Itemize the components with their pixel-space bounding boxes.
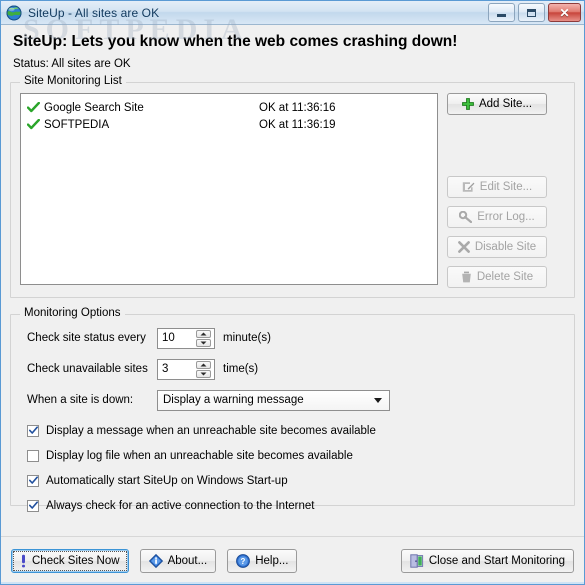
application-window: SiteUp - All sites are OK ✕ SOFTPEDIA Si… [0,0,585,585]
delete-site-button[interactable]: Delete Site [447,266,547,288]
checkbox-log-available[interactable] [27,449,39,462]
status-text: Status: All sites are OK [13,58,131,70]
site-actions: Add Site... Edit Site... Error Log... Di… [438,93,565,288]
window-controls: ✕ [488,3,581,22]
about-button[interactable]: About... [139,548,217,573]
down-action-row: When a site is down: Display a warning m… [27,389,574,411]
checkbox-notify-available[interactable] [27,424,39,437]
checkbox-label: Display log file when an unreachable sit… [46,449,353,462]
globe-icon [6,5,22,21]
pencil-edit-icon [462,181,475,193]
green-check-icon [27,119,44,130]
site-list[interactable]: Google Search Site OK at 11:36:16 SOFTPE… [20,93,438,285]
checkbox-row-autostart[interactable]: Automatically start SiteUp on Windows St… [27,470,574,491]
edit-site-button[interactable]: Edit Site... [447,176,547,198]
spin-down-icon[interactable] [196,369,211,378]
retry-count-unit: time(s) [223,363,259,375]
disable-site-button[interactable]: Disable Site [447,236,547,258]
list-item[interactable]: SOFTPEDIA OK at 11:36:19 [21,116,437,133]
minimize-icon [497,13,506,17]
check-interval-arrows[interactable] [196,329,211,347]
svg-text:?: ? [241,557,246,566]
check-mark-icon [28,426,38,434]
checkbox-row-notify-available[interactable]: Display a message when an unreachable si… [27,420,574,441]
page-title: SiteUp: Lets you know when the web comes… [13,33,458,50]
down-action-select[interactable]: Display a warning message [157,389,390,411]
edit-site-label: Edit Site... [479,181,533,193]
monitoring-options-legend: Monitoring Options [20,307,125,319]
exit-door-icon [410,553,424,568]
check-interval-label: Check site status every [27,332,146,344]
down-action-label: When a site is down: [27,394,134,406]
add-site-label: Add Site... [478,98,533,110]
check-interval-unit: minute(s) [223,332,271,344]
retry-count-value: 3 [162,363,169,375]
site-name: SOFTPEDIA [44,118,110,131]
close-icon: ✕ [559,5,570,20]
checkbox-row-log-available[interactable]: Display log file when an unreachable sit… [27,445,574,466]
spin-up-icon[interactable] [196,329,211,338]
check-interval-row: Check site status every 10 minute(s) [27,327,574,349]
maximize-button[interactable] [518,3,545,22]
error-log-label: Error Log... [477,211,535,223]
retry-count-row: Check unavailable sites 3 time(s) [27,358,574,380]
checkbox-label: Automatically start SiteUp on Windows St… [46,474,288,487]
spin-down-icon[interactable] [196,338,211,347]
check-interval-stepper[interactable]: 10 [157,327,215,349]
checkbox-check-connection[interactable] [27,499,39,512]
site-monitoring-list-group: Site Monitoring List Google Search Site … [10,75,575,298]
site-status: OK at 11:36:19 [259,118,336,131]
check-sites-now-label: Check Sites Now [32,554,120,567]
checkbox-autostart[interactable] [27,474,39,487]
info-icon [148,553,163,568]
down-action-value: Display a warning message [163,394,304,406]
site-name: Google Search Site [44,101,144,114]
close-and-start-monitoring-label: Close and Start Monitoring [428,554,565,567]
checkbox-row-check-connection[interactable]: Always check for an active connection to… [27,495,574,516]
delete-site-label: Delete Site [476,271,534,283]
retry-count-label: Check unavailable sites [27,363,148,375]
x-mark-icon [457,241,470,253]
trash-icon [461,271,472,283]
green-plus-icon [462,98,474,110]
check-mark-icon [28,501,38,509]
check-mark-icon [28,476,38,484]
add-site-button[interactable]: Add Site... [447,93,547,115]
checkbox-label: Always check for an active connection to… [46,499,315,512]
error-log-button[interactable]: Error Log... [447,206,547,228]
spin-up-icon[interactable] [196,360,211,369]
check-interval-value: 10 [162,332,175,344]
title-bar: SiteUp - All sites are OK ✕ [1,1,584,25]
footer-bottom-edge [1,582,584,584]
minimize-button[interactable] [488,3,515,22]
retry-count-stepper[interactable]: 3 [157,358,215,380]
close-button[interactable]: ✕ [548,3,581,22]
check-sites-now-button[interactable]: Check Sites Now [11,548,129,573]
list-item[interactable]: Google Search Site OK at 11:36:16 [21,99,437,116]
main-content: SiteUp: Lets you know when the web comes… [1,25,584,536]
window-title: SiteUp - All sites are OK [28,5,160,20]
close-and-start-monitoring-button[interactable]: Close and Start Monitoring [400,548,574,573]
help-label: Help... [255,554,289,567]
site-monitoring-list-legend: Site Monitoring List [20,75,126,87]
exclamation-icon [20,554,27,568]
about-label: About... [167,554,208,567]
monitoring-options-group: Monitoring Options Check site status eve… [10,307,575,512]
footer-toolbar: Check Sites Now About... ? Help... Close… [1,536,584,584]
help-button[interactable]: ? Help... [227,548,298,573]
site-status: OK at 11:36:16 [259,101,336,114]
disable-site-label: Disable Site [474,241,537,253]
green-check-icon [27,102,44,113]
maximize-icon [527,8,536,17]
retry-count-arrows[interactable] [196,360,211,378]
checkbox-label: Display a message when an unreachable si… [46,424,376,437]
question-icon: ? [236,553,251,568]
chevron-down-icon [374,397,382,403]
key-icon [459,211,473,223]
